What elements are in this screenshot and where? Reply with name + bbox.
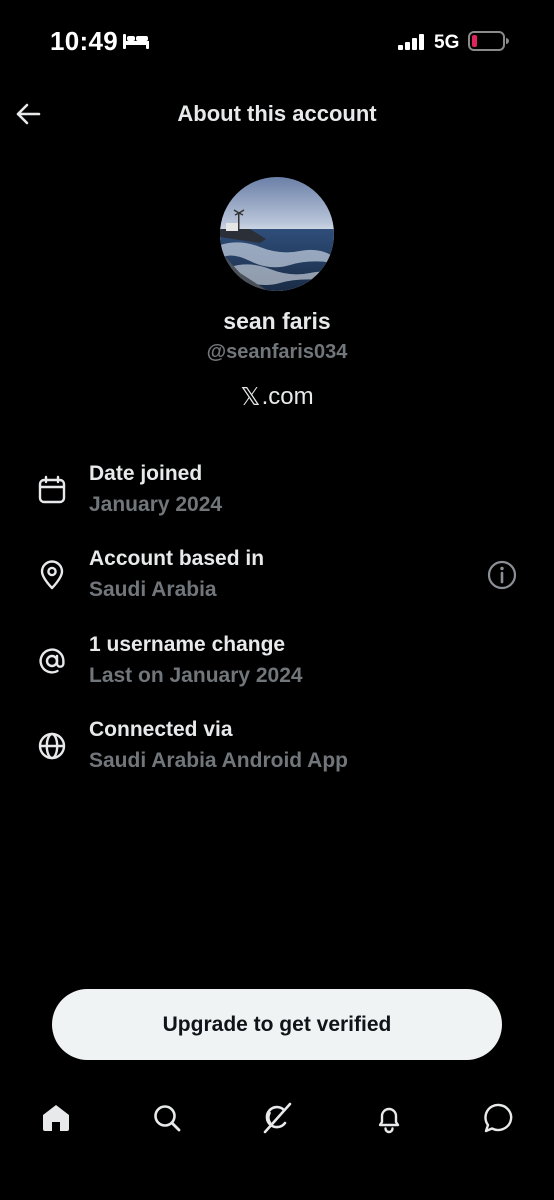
info-title: Connected via [89, 718, 233, 741]
calendar-icon [38, 475, 66, 504]
at-sign-icon [39, 648, 65, 674]
info-row-account-based-in: Account based in Saudi Arabia [0, 547, 554, 613]
nav-messages[interactable] [479, 1098, 519, 1138]
network-type: 5G [434, 32, 460, 53]
info-title: Account based in [89, 547, 265, 570]
site-link[interactable]: 𝕏 .com [0, 382, 554, 411]
nav-notifications[interactable] [369, 1098, 409, 1138]
info-title: 1 username change [89, 633, 286, 656]
status-bar: 10:49 5G [0, 0, 554, 80]
location-pin-icon [40, 560, 64, 590]
notifications-bell-icon [378, 1107, 400, 1134]
nav-search[interactable] [147, 1098, 187, 1138]
x-logo-icon: 𝕏 [240, 382, 261, 411]
info-subtitle: Saudi Arabia [89, 578, 217, 601]
grok-icon [263, 1102, 292, 1134]
home-icon [43, 1105, 69, 1131]
search-icon [154, 1105, 181, 1132]
signal-icon [398, 34, 424, 50]
nav-home[interactable] [36, 1098, 76, 1138]
display-name: sean faris [223, 308, 331, 334]
globe-icon [38, 732, 66, 760]
messages-icon [484, 1103, 513, 1133]
info-row-date-joined: Date joined January 2024 [0, 462, 554, 528]
upgrade-to-verified-button[interactable]: Upgrade to get verified [52, 989, 502, 1060]
status-time: 10:49 [50, 26, 118, 56]
info-subtitle: January 2024 [89, 493, 223, 516]
bottom-nav [0, 1090, 554, 1146]
avatar-image [220, 177, 334, 291]
username-handle: @seanfaris034 [206, 341, 348, 363]
bed-icon [123, 34, 149, 49]
site-text: .com [261, 382, 314, 410]
info-row-connected-via: Connected via Saudi Arabia Android App [0, 718, 554, 784]
info-title: Date joined [89, 462, 203, 485]
info-subtitle: Last on January 2024 [89, 664, 303, 687]
page-title: About this account [177, 101, 377, 126]
info-row-username-change: 1 username change Last on January 2024 [0, 633, 554, 699]
info-subtitle: Saudi Arabia Android App [89, 749, 349, 772]
info-circle-icon[interactable] [486, 559, 518, 591]
nav-grok[interactable] [257, 1098, 297, 1138]
about-account-screen: 10:49 5G About this account sean faris @… [0, 0, 554, 1200]
avatar[interactable] [220, 177, 334, 291]
battery-low-icon [468, 31, 509, 51]
